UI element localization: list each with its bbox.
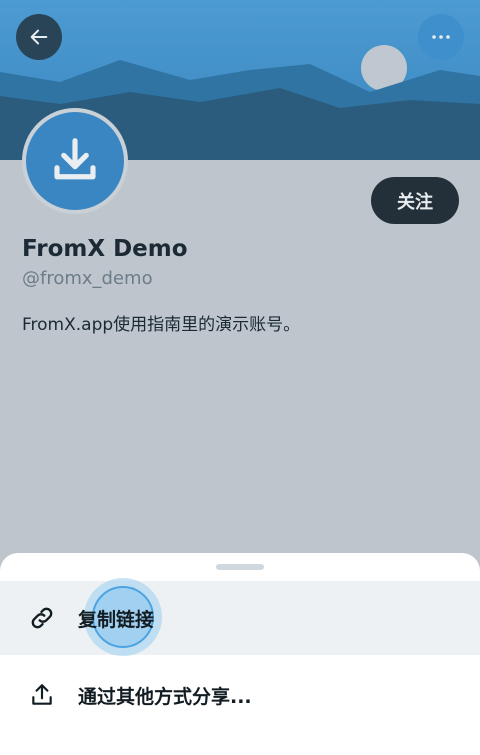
copy-link-label: 复制链接 (78, 609, 155, 631)
sheet-drag-handle[interactable] (216, 564, 264, 570)
share-bottom-sheet: 通过其他方式分享... (0, 553, 480, 755)
arrow-left-icon (30, 29, 48, 45)
avatar[interactable] (22, 108, 128, 214)
share-icon (27, 680, 57, 710)
user-handle: @fromx_demo (22, 268, 153, 289)
display-name: FromX Demo (22, 236, 188, 262)
more-horizontal-icon (432, 35, 450, 39)
link-icon (27, 603, 57, 633)
share-via-label: 通过其他方式分享... (78, 685, 252, 708)
copy-link-menu-item[interactable] (0, 581, 480, 655)
more-options-button[interactable] (418, 14, 464, 60)
follow-button[interactable]: 关注 (371, 177, 459, 224)
share-via-menu-item[interactable]: 通过其他方式分享... (0, 658, 480, 732)
profile-bio: FromX.app使用指南里的演示账号。 (22, 315, 301, 335)
download-icon (54, 138, 96, 180)
back-button[interactable] (16, 14, 62, 60)
